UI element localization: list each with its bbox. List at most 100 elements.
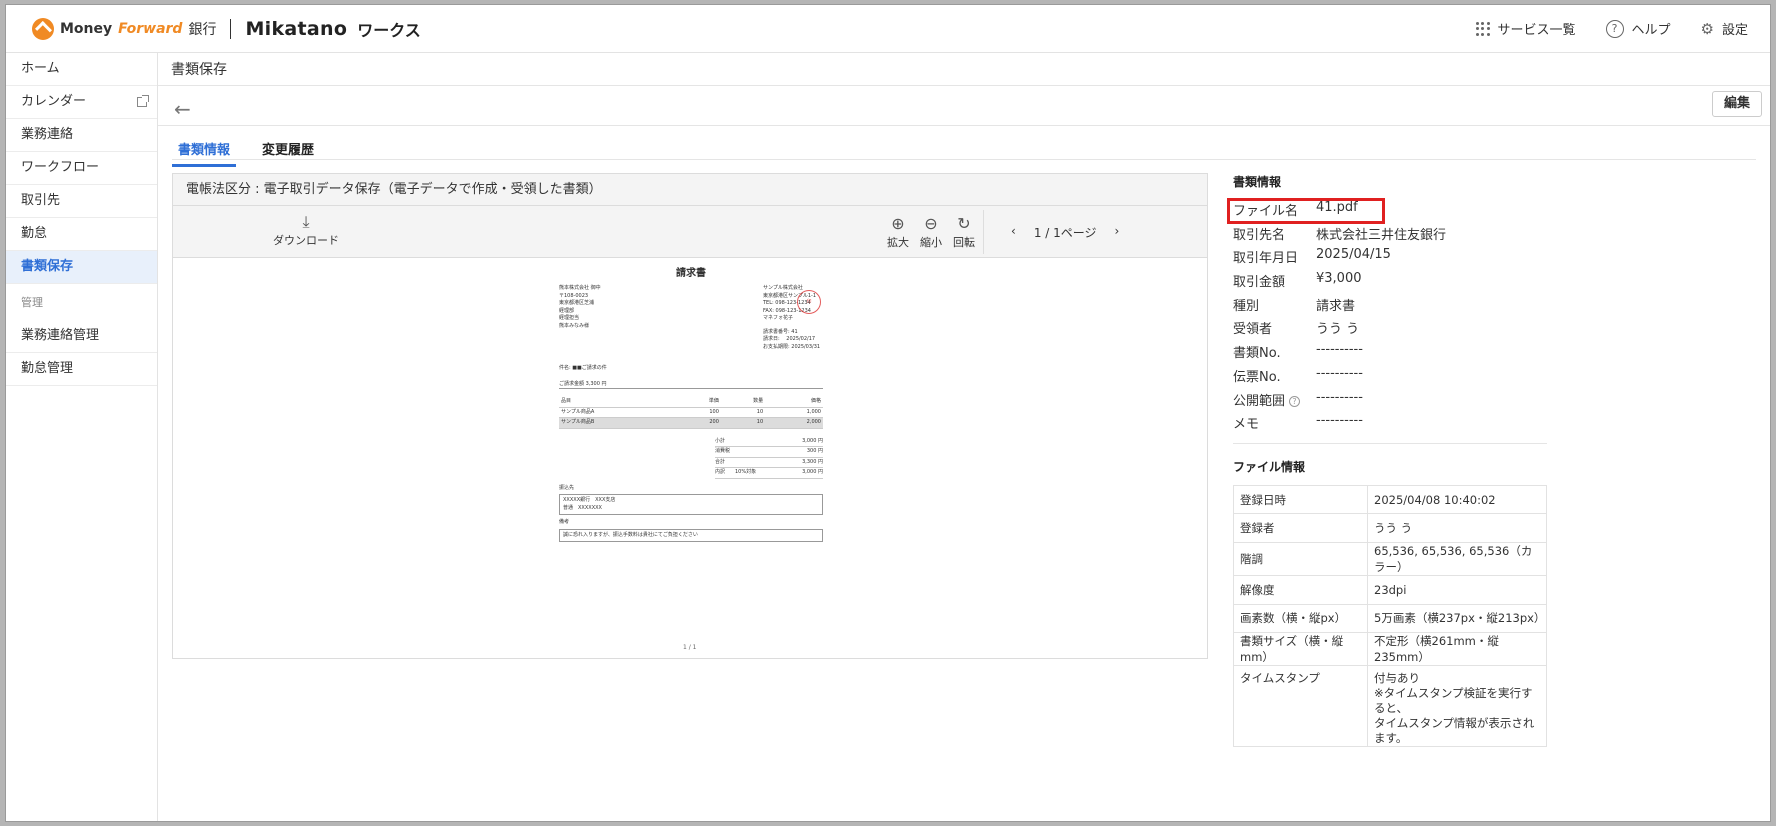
invoice-meta: 請求書番号: 41 xyxy=(763,328,798,335)
prev-page-icon[interactable]: ‹ xyxy=(1011,224,1016,241)
logo-forward-text: Forward xyxy=(118,21,183,37)
doc-info-row: 種別 請求書 xyxy=(1233,295,1547,319)
invoice-recipient: 熊本株式会社 御中 〒108-0023 東京都港区芝浦 経理部 経理担当 熊本み… xyxy=(559,285,601,351)
edit-button[interactable]: 編集 xyxy=(1712,91,1762,117)
tab-change-history[interactable]: 変更履歴 xyxy=(256,139,320,167)
app-window: Money Forward 銀行 Mikatano ワークス サービス一覧 ? … xyxy=(5,4,1771,822)
settings-button[interactable]: ⚙ 設定 xyxy=(1701,19,1748,39)
sidebar-item-clients[interactable]: 取引先 xyxy=(6,185,157,218)
invoice-subject: 件名: ■■ご請求の件 xyxy=(559,365,607,371)
info-key: 受領者 xyxy=(1233,322,1273,338)
invoice-items-table: 品目 単価 数量 価格 サンプル商品A 100 10 1,000 サンプル商品B… xyxy=(559,397,823,429)
logo-money-text: Money xyxy=(60,21,113,37)
table-row: 書類サイズ（横・縦mm） 不定形（横261mm・縦235mm） xyxy=(1233,632,1547,667)
sum-label: 合計 xyxy=(715,458,726,465)
sidebar-item-business-contact[interactable]: 業務連絡 xyxy=(6,119,157,152)
timestamp-value: 付与あり ※タイムスタンプ検証を実行すると、 タイムスタンプ情報が表示されます。 xyxy=(1367,665,1547,748)
info-value: ---------- xyxy=(1316,365,1363,381)
sidebar-item-label: ワークフロー xyxy=(21,160,100,175)
doc-info-row: 伝票No. ---------- xyxy=(1233,366,1547,390)
help-button[interactable]: ? ヘルプ xyxy=(1605,19,1671,38)
sidebar-item-attendance-admin[interactable]: 勤怠管理 xyxy=(6,353,157,386)
sidebar-group-admin: 管理 xyxy=(21,296,43,309)
info-value: 2025/04/15 xyxy=(1316,247,1391,263)
sidebar-item-calendar[interactable]: カレンダー xyxy=(6,86,157,119)
doc-info-title: 書類情報 xyxy=(1233,175,1282,189)
logo-divider xyxy=(230,19,232,39)
sidebar-item-document-storage[interactable]: 書類保存 xyxy=(6,251,157,284)
recipient-line: 熊本みなみ様 xyxy=(559,322,590,329)
sidebar-item-label: 書類保存 xyxy=(21,259,74,274)
recipient-line: 〒108-0023 xyxy=(559,292,589,299)
doc-info-row: 書類No. ---------- xyxy=(1233,342,1547,366)
info-key: 取引金額 xyxy=(1233,275,1286,291)
qty-cell: 10 xyxy=(720,407,766,418)
info-key: 解像度 xyxy=(1233,575,1368,605)
col-header: 数量 xyxy=(720,397,766,408)
table-row: サンプル商品B 200 10 2,000 xyxy=(559,417,823,429)
recipient-company: 熊本株式会社 御中 xyxy=(559,285,601,291)
service-list-button[interactable]: サービス一覧 xyxy=(1475,19,1576,38)
price-cell: 200 xyxy=(676,417,721,429)
table-row: サンプル商品A 100 10 1,000 xyxy=(559,407,823,418)
help-icon[interactable]: ? xyxy=(1289,395,1301,407)
sidebar-item-label: カレンダー xyxy=(21,94,87,109)
info-value: うう う xyxy=(1367,513,1547,544)
sidebar-item-business-contact-admin[interactable]: 業務連絡管理 xyxy=(6,320,157,353)
divider xyxy=(1233,442,1547,444)
sum-label: 小計 xyxy=(715,437,726,444)
sender-line: マネフォ花子 xyxy=(763,315,794,321)
sidebar-item-label: ホーム xyxy=(21,61,60,76)
price-cell: 100 xyxy=(676,407,721,418)
document-viewer: 電帳法区分 : 電子取引データ保存（電子データで作成・受領した書類） ⤓ ダウン… xyxy=(172,173,1208,659)
sidebar-item-workflow[interactable]: ワークフロー xyxy=(6,152,157,185)
info-panel: 書類情報 ファイル名 41.pdf 取引先名 株式会社三井住友銀行 取引年月日 202… xyxy=(1227,173,1547,748)
doc-info-row: 公開範囲? ---------- xyxy=(1233,390,1547,414)
table-row: タイムスタンプ 付与あり ※タイムスタンプ検証を実行すると、 タイムスタンプ情報… xyxy=(1233,665,1547,748)
page-title: 書類保存 xyxy=(171,62,227,78)
info-key: 書類No. xyxy=(1233,346,1281,362)
help-label: ヘルプ xyxy=(1631,23,1671,38)
table-row: 登録者 うう う xyxy=(1233,513,1547,544)
note-label: 備考 xyxy=(559,519,570,525)
next-page-icon[interactable]: › xyxy=(1115,224,1120,241)
info-value: 65,536, 65,536, 65,536（カラー） xyxy=(1367,542,1547,577)
col-header: 価格 xyxy=(765,397,823,408)
bank-line: XXXXX銀行 XXX支店 xyxy=(563,497,616,503)
divider xyxy=(158,85,1770,86)
doc-info-row: 取引年月日 2025/04/15 xyxy=(1233,247,1547,271)
info-key: 登録日時 xyxy=(1233,484,1368,515)
external-link-icon xyxy=(137,95,149,107)
bank-box: XXXXX銀行 XXX支店 普通 XXXXXXX xyxy=(559,494,823,515)
timestamp-line: ※タイムスタンプ検証を実行すると、 xyxy=(1374,686,1533,716)
zoom-in-button[interactable]: ⊕ 拡大 xyxy=(887,214,909,250)
rotate-icon: ↻ xyxy=(957,214,971,233)
rotate-button[interactable]: ↻ 回転 xyxy=(953,214,975,250)
seal-stamp-icon: 印 xyxy=(797,290,821,314)
download-icon: ⤓ xyxy=(302,212,310,231)
sidebar-item-attendance[interactable]: 勤怠 xyxy=(6,218,157,251)
info-value: 不定形（横261mm・縦235mm） xyxy=(1367,632,1547,667)
total-cell: 2,000 xyxy=(765,417,823,429)
sidebar-item-label: 勤怠 xyxy=(21,226,48,241)
logo[interactable]: Money Forward 銀行 Mikatano ワークス xyxy=(32,17,421,41)
zoom-out-button[interactable]: ⊖ 縮小 xyxy=(920,214,942,250)
grid-icon xyxy=(1475,21,1490,36)
sum-value: 3,300 円 xyxy=(802,458,823,465)
zoom-in-icon: ⊕ xyxy=(891,214,905,233)
sum-label: 消費税 xyxy=(715,448,731,454)
sidebar-item-label: 勤怠管理 xyxy=(21,361,74,376)
back-arrow-icon[interactable]: ← xyxy=(174,97,191,121)
service-list-label: サービス一覧 xyxy=(1497,23,1576,38)
table-row: 解像度 23dpi xyxy=(1233,575,1547,605)
pager: ‹ 1 / 1ページ › xyxy=(1011,224,1119,241)
tab-document-info[interactable]: 書類情報 xyxy=(172,139,237,167)
doc-info-row: 取引金額 ¥3,000 xyxy=(1233,271,1547,295)
file-info-table: 登録日時 2025/04/08 10:40:02 登録者 うう う 階調 65,536… xyxy=(1233,484,1547,748)
invoice-amount: ご請求金額 3,300 円 xyxy=(559,381,823,389)
recipient-line: 東京都港区芝浦 xyxy=(559,300,595,306)
sidebar-item-home[interactable]: ホーム xyxy=(6,53,157,86)
download-button[interactable]: ⤓ ダウンロード xyxy=(273,212,339,248)
zoom-out-icon: ⊖ xyxy=(924,214,938,233)
info-key: メモ xyxy=(1233,417,1260,433)
